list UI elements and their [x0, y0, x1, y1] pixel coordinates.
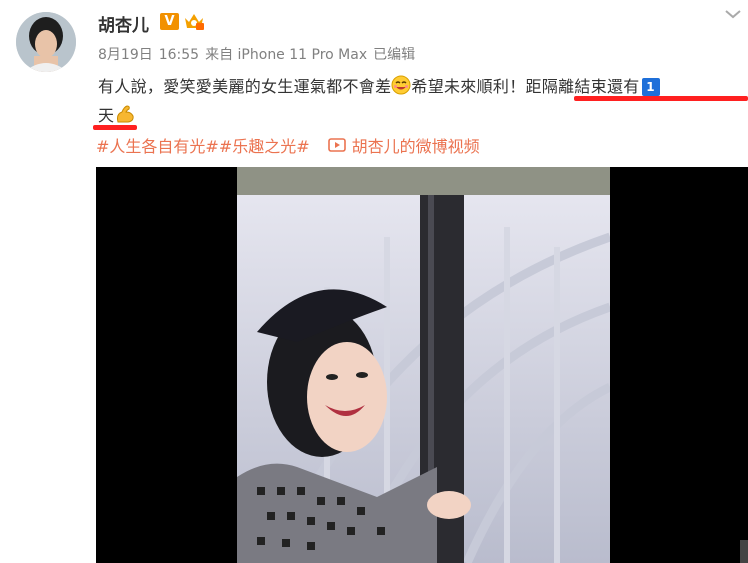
video-player[interactable]: [96, 167, 748, 563]
avatar-image: [16, 12, 76, 72]
chevron-down-icon[interactable]: [724, 8, 742, 20]
post-text-part3: 天: [98, 106, 115, 125]
video-frame: [237, 167, 610, 563]
topic-link-2[interactable]: #乐趣之光#: [219, 137, 310, 156]
post-meta: 8月19日 16:55 来自 iPhone 11 Pro Max 已编辑: [98, 44, 421, 64]
topic-link-1[interactable]: #人生各自有光#: [96, 137, 219, 156]
topics-row: #人生各自有光##乐趣之光# 胡杏儿的微博视频: [96, 133, 480, 157]
flexed-biceps-emoji-icon: [117, 105, 134, 123]
post-time[interactable]: 16:55: [159, 47, 199, 63]
video-link[interactable]: 胡杏儿的微博视频: [327, 133, 480, 157]
vip-crown-icon: [185, 14, 204, 30]
video-link-label: 胡杏儿的微博视频: [351, 137, 480, 156]
scrollbar[interactable]: [740, 540, 748, 563]
edited-label[interactable]: 已编辑: [373, 47, 415, 63]
user-name[interactable]: 胡杏儿: [98, 11, 149, 36]
post-text: 有人說，愛笑愛美麗的女生運氣都不會差 希望未來順利！距隔離結束還有 1: [98, 73, 660, 97]
smile-emoji-icon: [391, 75, 411, 95]
post-source: 来自 iPhone 11 Pro Max: [205, 47, 368, 63]
annotation-underline-2: [93, 125, 137, 130]
post-text-part2: 希望未來順利！距隔離結束還有: [411, 77, 640, 96]
avatar[interactable]: [16, 12, 76, 72]
video-icon: [327, 138, 346, 152]
verified-badge: V: [160, 13, 179, 30]
annotation-underline: [574, 96, 748, 101]
post-text-part1: 有人說，愛笑愛美麗的女生運氣都不會差: [98, 77, 392, 96]
post-date[interactable]: 8月19日: [98, 47, 153, 63]
countdown-number-badge: 1: [641, 78, 660, 96]
post-text-line2: 天: [98, 102, 136, 126]
